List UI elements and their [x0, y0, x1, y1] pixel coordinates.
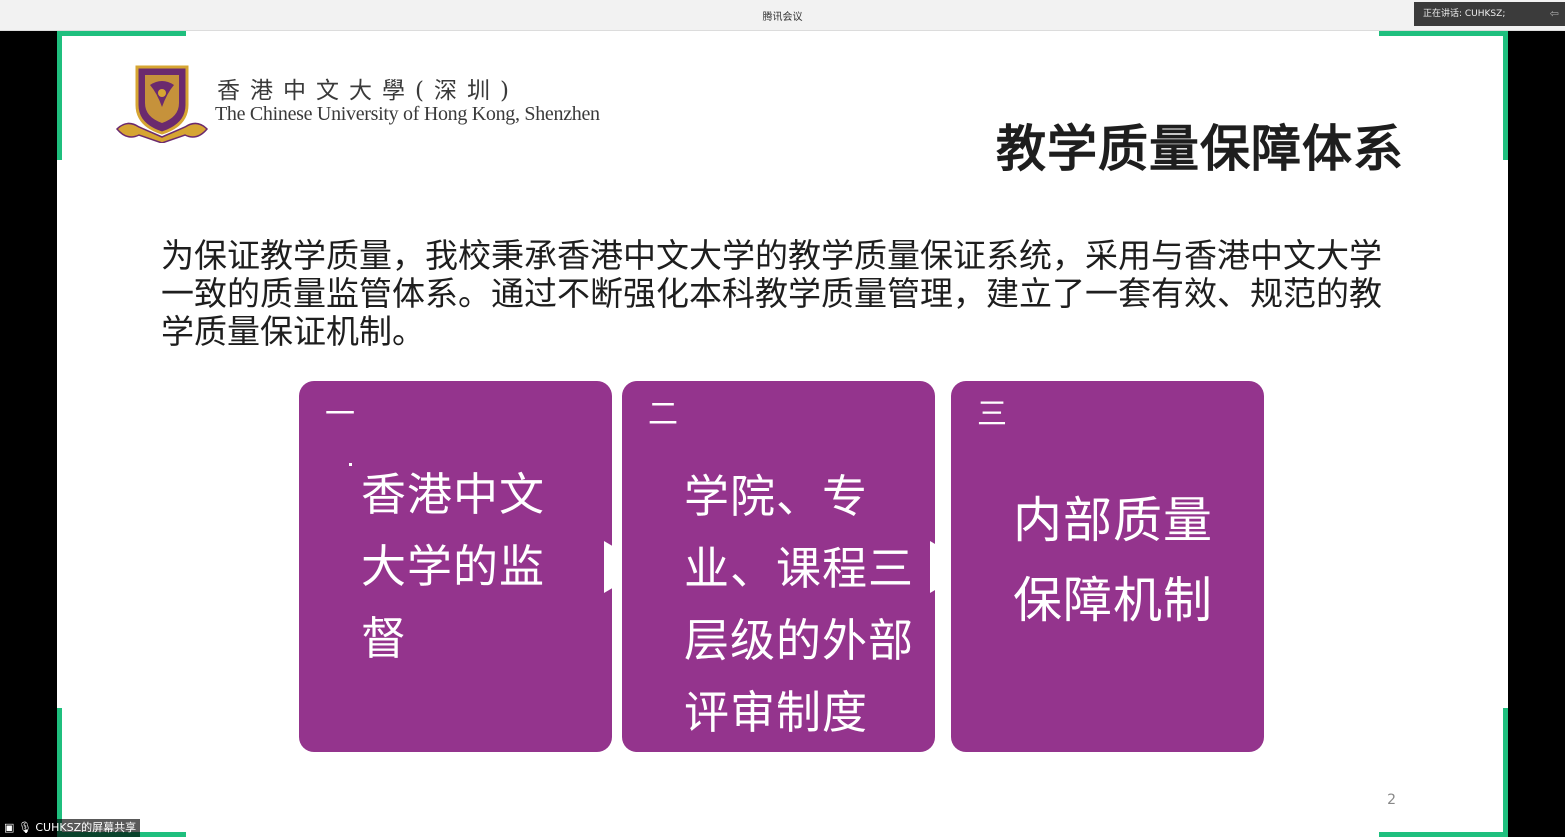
slide-page-number: 2 [1387, 792, 1396, 808]
screen-icon: ▣ [4, 821, 15, 834]
university-name-english: The Chinese University of Hong Kong, She… [215, 103, 600, 125]
step-box-1: 一 香港中文大学的监督 [299, 381, 612, 752]
window-title-bar: 腾讯会议 正在讲话: CUHKSZ; ⇦ [0, 0, 1565, 31]
back-icon[interactable]: ⇦ [1550, 2, 1559, 26]
microphone-icon: 🎙 [17, 821, 32, 834]
university-crest-icon [115, 65, 209, 143]
corner-bracket-bottom-left [57, 708, 186, 837]
bullet-dot [349, 463, 352, 466]
step-number: 一 [325, 397, 355, 432]
slide-title: 教学质量保障体系 [996, 120, 1404, 178]
slide-body-text: 为保证教学质量，我校秉承香港中文大学的教学质量保证系统，采用与香港中文大学一致的… [161, 236, 1382, 351]
step-box-3: 三 内部质量保障机制 [951, 381, 1264, 752]
presentation-slide: 香港中文大學(深圳) The Chinese University of Hon… [57, 31, 1508, 837]
step-text: 内部质量保障机制 [1013, 492, 1214, 629]
step-number: 二 [648, 397, 678, 432]
speaking-label: 正在讲话: CUHKSZ; [1423, 9, 1506, 19]
speaking-indicator[interactable]: 正在讲话: CUHKSZ; ⇦ [1414, 2, 1565, 26]
share-label-text: CUHKSZ的屏幕共享 [35, 821, 137, 834]
right-black-bar [1508, 31, 1565, 837]
screen-share-label: ▣ 🎙 CUHKSZ的屏幕共享 [0, 819, 141, 837]
left-black-bar [0, 31, 57, 837]
step-box-2: 二 学院、专业、课程三层级的外部评审制度 [622, 381, 935, 752]
window-title: 腾讯会议 [762, 12, 803, 23]
step-number: 三 [977, 397, 1007, 432]
step-text: 香港中文大学的监督 [361, 468, 546, 665]
university-name-chinese: 香港中文大學(深圳) [217, 78, 519, 104]
step-text: 学院、专业、课程三层级的外部评审制度 [684, 470, 915, 739]
corner-bracket-bottom-right [1379, 708, 1508, 837]
